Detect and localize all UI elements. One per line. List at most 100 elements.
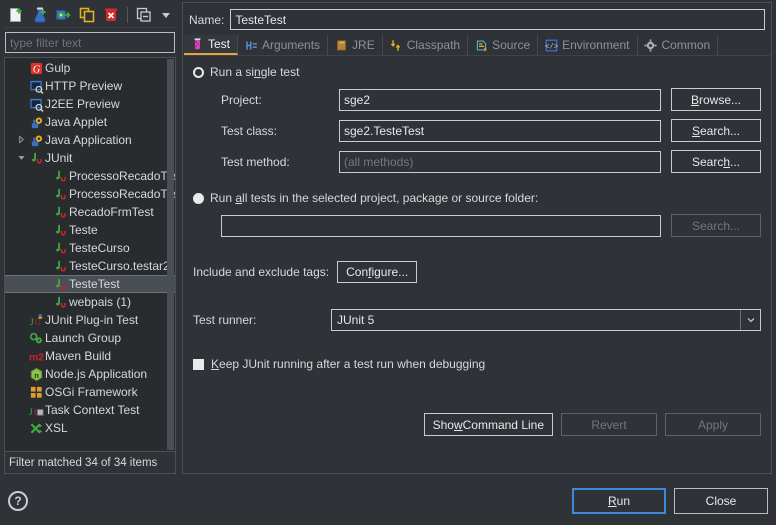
tree-item-label: TesteCurso.testar2	[69, 259, 170, 273]
duplicate-icon[interactable]	[77, 4, 98, 25]
collapse-all-icon[interactable]	[134, 4, 155, 25]
show-command-line-button[interactable]: Sho w Command Line	[423, 413, 553, 436]
run-all-tests-radio[interactable]	[193, 192, 204, 204]
tree-scrollbar[interactable]	[167, 59, 174, 450]
tree-item[interactable]: webpais (1)	[5, 293, 175, 311]
tree-item[interactable]: Java Applet	[5, 113, 175, 131]
browse-project-button[interactable]: Browse...	[671, 88, 761, 111]
delete-icon[interactable]	[100, 4, 121, 25]
dialog-bottom-bar: ? Run Close	[0, 476, 776, 525]
tab-jre[interactable]: JRE	[328, 35, 383, 55]
tree-item[interactable]: ProcessoRecadoTest	[5, 167, 175, 185]
test-runner-select[interactable]: JUnit 5	[331, 309, 761, 331]
run-single-test-radio[interactable]	[193, 66, 204, 78]
configurations-toolbar	[4, 2, 176, 28]
tree-item[interactable]: J U JUnit Plug-in Test	[5, 311, 175, 329]
all-tests-scope-row: Search...	[221, 214, 761, 237]
run-single-test-radio-row[interactable]: Run a single test	[193, 65, 761, 79]
svg-text:J: J	[29, 318, 33, 328]
tab-test[interactable]: Test	[184, 35, 239, 55]
help-icon[interactable]: ?	[8, 490, 28, 511]
tree-item[interactable]: n Node.js Application	[5, 365, 175, 383]
tree-item[interactable]: Teste	[5, 221, 175, 239]
tree-item[interactable]: J U Task Context Test	[5, 401, 175, 419]
keep-running-row[interactable]: Keep JUnit running after a test run when…	[193, 357, 761, 371]
tab-common[interactable]: Common	[638, 35, 719, 55]
new-prototype-icon[interactable]	[30, 4, 51, 25]
export-icon[interactable]	[53, 4, 74, 25]
tree-scrollbar-thumb[interactable]	[167, 59, 174, 450]
view-menu-icon[interactable]	[157, 5, 174, 25]
tree-item-label: XSL	[45, 421, 68, 435]
tree-item[interactable]: G Gulp	[5, 59, 175, 77]
tree-item-label: ProcessoRecadoTest	[69, 169, 175, 183]
keep-running-label: Keep JUnit running after a test run when…	[211, 357, 486, 371]
search-test-class-button[interactable]: Search...	[671, 119, 761, 142]
tree-item[interactable]: TesteCurso.testar2	[5, 257, 175, 275]
tab-classpath[interactable]: Classpath	[383, 35, 469, 55]
junit-icon	[51, 277, 69, 292]
search-test-method-button[interactable]: Searc h...	[671, 150, 761, 173]
chevron-down-icon[interactable]	[15, 153, 27, 164]
chevron-right-icon[interactable]	[15, 134, 27, 146]
junit-icon	[27, 151, 45, 166]
tree-item[interactable]: XSL	[5, 419, 175, 437]
java-icon	[27, 115, 45, 130]
tab-source[interactable]: Source	[468, 35, 539, 55]
run-all-tests-radio-row[interactable]: Run all tests in the selected project, p…	[193, 191, 761, 205]
test-class-input[interactable]	[339, 119, 661, 142]
configure-tags-button[interactable]: Con f igure...	[337, 261, 418, 283]
revert-button[interactable]: Revert	[561, 413, 657, 436]
close-button[interactable]: Close	[674, 487, 768, 514]
tab-label: Environment	[562, 38, 630, 52]
editor-action-row: Sho w Command Line Revert Apply	[423, 413, 761, 436]
tab-label: JRE	[352, 38, 375, 52]
arguments-icon	[244, 38, 258, 52]
tags-row: Include and exclude tags: Con f igure...	[193, 261, 761, 283]
tree-item[interactable]: m2 Maven Build	[5, 347, 175, 365]
keep-running-checkbox[interactable]	[193, 358, 204, 370]
tree-item[interactable]: RecadoFrmTest	[5, 203, 175, 221]
tab-bar: Test Arguments JRE Classpath Source </> Enviro…	[184, 35, 770, 56]
tree-item[interactable]: Java Application	[5, 131, 175, 149]
run-button[interactable]: Run	[572, 487, 666, 514]
name-input[interactable]	[230, 9, 765, 30]
project-input[interactable]	[339, 88, 661, 111]
tree-item[interactable]: JUnit	[5, 149, 175, 167]
project-label: Project:	[221, 92, 262, 107]
test-method-label: Test method:	[221, 154, 290, 169]
junit-icon	[51, 187, 69, 202]
tree-item-label: TesteCurso	[69, 241, 130, 255]
tree-item-selected[interactable]: TesteTest	[5, 275, 175, 293]
tree-item[interactable]: ProcessoRecadoTest	[5, 185, 175, 203]
search-scope-button[interactable]: Search...	[671, 214, 761, 237]
tab-environment[interactable]: </> Environment	[538, 35, 638, 55]
tab-label: Arguments	[262, 38, 321, 52]
dialog-actions: Run Close	[572, 487, 768, 514]
test-method-input[interactable]	[339, 150, 661, 173]
java-icon	[27, 133, 45, 148]
common-gear-icon	[644, 38, 658, 52]
svg-text:</>: </>	[545, 43, 558, 51]
new-launch-configuration-icon[interactable]	[6, 4, 27, 25]
tree-item[interactable]: Launch Group	[5, 329, 175, 347]
tab-arguments[interactable]: Arguments	[238, 35, 329, 55]
tree-item[interactable]: TesteCurso	[5, 239, 175, 257]
name-row: Name:	[183, 3, 771, 35]
tree-item[interactable]: OSGi Framework	[5, 383, 175, 401]
task-context-icon: JU	[27, 403, 45, 418]
configurations-tree[interactable]: G Gulp HTTP Preview J2EE Preview Java Applet…	[4, 57, 176, 452]
svg-text:J: J	[29, 408, 33, 418]
tree-item[interactable]: J2EE Preview	[5, 95, 175, 113]
tree-item[interactable]: HTTP Preview	[5, 77, 175, 95]
all-tests-scope-input[interactable]	[221, 214, 661, 237]
chevron-down-icon[interactable]	[740, 310, 760, 330]
filter-input[interactable]	[5, 32, 175, 53]
launch-group-icon	[27, 331, 45, 346]
tree-item-label: JUnit Plug-in Test	[45, 313, 139, 327]
junit-icon	[51, 295, 69, 310]
gulp-icon: G	[27, 61, 45, 76]
jre-icon	[334, 38, 348, 52]
apply-button[interactable]: Apply	[665, 413, 761, 436]
tree-item-label: J2EE Preview	[45, 97, 120, 111]
